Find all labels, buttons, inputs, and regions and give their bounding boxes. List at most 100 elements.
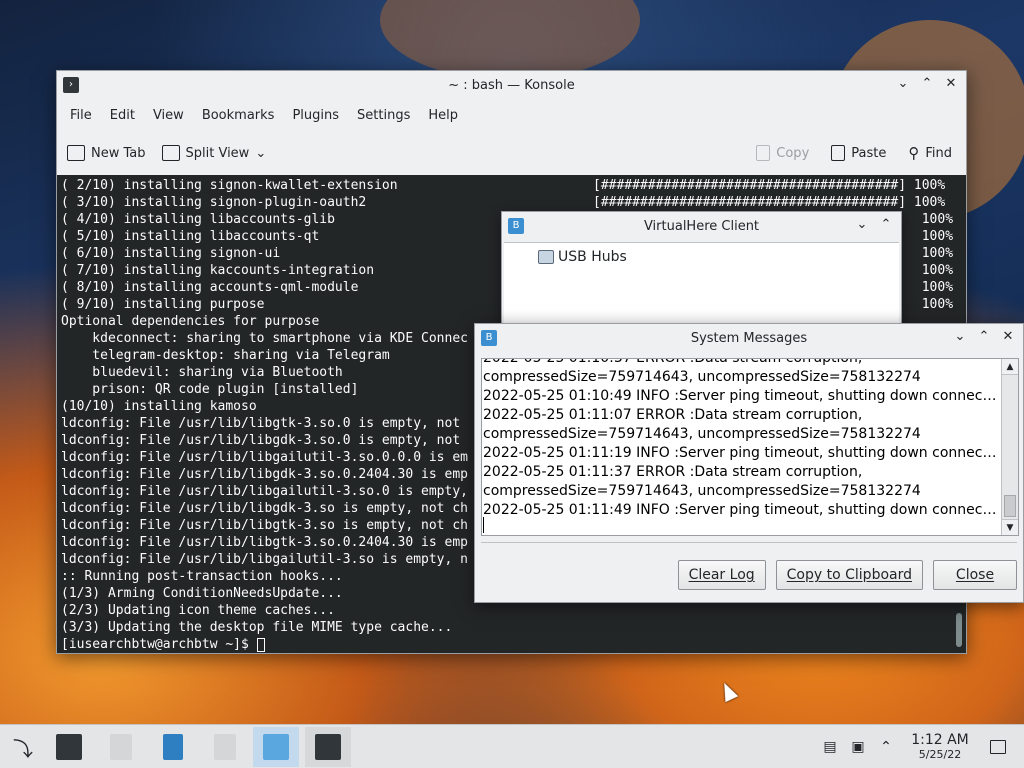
virtualhere-titlebar[interactable]: B VirtualHere Client ⌄ ⌃	[502, 212, 901, 240]
log-line: compressedSize=759714643, uncompressedSi…	[483, 483, 921, 499]
find-label: Find	[925, 145, 952, 161]
clipboard-icon[interactable]: ▤	[816, 739, 844, 755]
new-tab-icon	[67, 145, 85, 161]
split-view-label: Split View	[185, 145, 250, 161]
task-file-1[interactable]	[98, 727, 144, 767]
file-icon	[110, 734, 132, 760]
log-line: 2022-05-25 01:11:49 INFO :Server ping ti…	[483, 502, 1000, 518]
window-title: ~ : bash — Konsole	[448, 77, 575, 93]
terminal-line: (2/3) Updating icon theme caches...	[61, 603, 335, 618]
task-konsole[interactable]	[305, 727, 351, 767]
clock-date: 5/25/22	[918, 748, 962, 761]
message-log[interactable]: 2022-05-25 01:10:37 ERROR :Data stream c…	[481, 358, 1019, 536]
close-button[interactable]: ✕	[942, 75, 960, 93]
chevron-up-icon[interactable]: ⌃	[872, 739, 900, 755]
new-tab-label: New Tab	[91, 145, 146, 161]
prompt-line: [iusearchbtw@archbtw ~]$	[61, 636, 962, 653]
wallpaper-shape	[380, 0, 640, 80]
file-icon	[214, 734, 236, 760]
task-file-2[interactable]	[202, 727, 248, 767]
close-dialog-button[interactable]: Close	[933, 560, 1017, 590]
menu-plugins[interactable]: Plugins	[283, 108, 348, 123]
taskbar: ⤵ ▤ ▣ ⌃ 1:12 AM 5/25/22	[0, 724, 1024, 768]
mouse-pointer-icon	[717, 679, 739, 703]
launcher-icon: ⤵	[13, 736, 33, 761]
clear-log-button[interactable]: Clear Log	[677, 560, 766, 590]
task-app-blue[interactable]	[150, 727, 196, 767]
usb-icon[interactable]: ▣	[844, 739, 872, 755]
copy-to-clipboard-button[interactable]: Copy to Clipboard	[775, 560, 923, 590]
log-scrollbar[interactable]: ▲ ▼	[1001, 359, 1018, 535]
toolbar: New Tab Split View ⌄ Copy Paste ⚲ Find	[57, 131, 966, 175]
system-messages-titlebar[interactable]: B System Messages ⌄ ⌃ ✕	[475, 324, 1023, 352]
menu-edit[interactable]: Edit	[101, 108, 144, 123]
progress-line: [######################################]…	[593, 195, 946, 210]
copy-label: Copy	[776, 145, 810, 161]
menu-bookmarks[interactable]: Bookmarks	[193, 108, 284, 123]
search-icon: ⚲	[908, 144, 920, 162]
system-messages-dialog: B System Messages ⌄ ⌃ ✕ 2022-05-25 01:10…	[474, 323, 1024, 603]
task-system-settings[interactable]	[46, 727, 92, 767]
minimize-button[interactable]: ⌄	[853, 216, 871, 234]
divider	[481, 542, 1017, 543]
find-button[interactable]: ⚲ Find	[908, 144, 952, 162]
menu-file[interactable]: File	[61, 108, 101, 123]
scroll-thumb[interactable]	[1004, 495, 1016, 517]
log-line: compressedSize=759714643, uncompressedSi…	[483, 369, 921, 385]
maximize-button[interactable]: ⌃	[918, 75, 936, 93]
terminal-icon	[315, 734, 341, 760]
virtualhere-icon: B	[481, 330, 497, 346]
log-lines: 2022-05-25 01:10:37 ERROR :Data stream c…	[482, 358, 1000, 520]
paste-icon	[831, 145, 846, 161]
virtualhere-window: B VirtualHere Client ⌄ ⌃ USB Hubs	[501, 211, 902, 331]
usb-hub-icon	[538, 250, 554, 264]
tree-item-usb-hubs[interactable]: USB Hubs	[538, 249, 627, 265]
maximize-button[interactable]: ⌃	[877, 216, 895, 234]
chevron-down-icon: ⌄	[255, 145, 267, 161]
prompt-text: [iusearchbtw@archbtw ~]$	[61, 637, 257, 652]
task-virtualhere[interactable]	[253, 727, 299, 767]
konsole-titlebar[interactable]: › ~ : bash — Konsole ⌄ ⌃ ✕	[57, 71, 966, 99]
tree-item-label: USB Hubs	[558, 249, 627, 265]
virtualhere-icon	[263, 734, 289, 760]
minimize-button[interactable]: ⌄	[894, 75, 912, 93]
text-caret	[483, 517, 484, 533]
menu-help[interactable]: Help	[419, 108, 467, 123]
scroll-down-icon[interactable]: ▼	[1002, 519, 1018, 535]
show-desktop-icon[interactable]	[990, 740, 1006, 754]
clock-time: 1:12 AM	[911, 732, 969, 748]
log-line: 2022-05-25 01:11:07 ERROR :Data stream c…	[483, 407, 863, 423]
window-title: VirtualHere Client	[643, 218, 760, 234]
application-launcher-button[interactable]: ⤵	[0, 727, 46, 767]
menubar: File Edit View Bookmarks Plugins Setting…	[57, 99, 966, 131]
maximize-button[interactable]: ⌃	[975, 328, 993, 346]
copy-icon	[756, 145, 771, 161]
terminal-line: (3/3) Updating the desktop file MIME typ…	[61, 620, 453, 635]
window-title: System Messages	[690, 330, 808, 346]
log-line: 2022-05-25 01:11:37 ERROR :Data stream c…	[483, 464, 863, 480]
log-line: 2022-05-25 01:10:37 ERROR :Data stream c…	[483, 358, 863, 366]
split-view-icon	[161, 145, 180, 161]
log-line: compressedSize=759714643, uncompressedSi…	[483, 426, 921, 442]
system-tray: ▤ ▣ ⌃ 1:12 AM 5/25/22	[816, 725, 1024, 768]
new-tab-button[interactable]: New Tab	[67, 145, 146, 161]
copy-button[interactable]: Copy	[756, 145, 809, 161]
progress-line: [######################################]…	[593, 178, 946, 193]
log-line: 2022-05-25 01:10:49 INFO :Server ping ti…	[483, 388, 1000, 404]
menu-view[interactable]: View	[144, 108, 193, 123]
menu-settings[interactable]: Settings	[348, 108, 419, 123]
text-cursor	[256, 637, 265, 652]
app-icon	[163, 734, 183, 760]
split-view-button[interactable]: Split View ⌄	[161, 145, 267, 161]
hub-tree: USB Hubs	[504, 242, 899, 330]
terminal-icon: ›	[63, 77, 79, 93]
paste-label: Paste	[851, 145, 887, 161]
digital-clock[interactable]: 1:12 AM 5/25/22	[904, 732, 976, 762]
virtualhere-icon: B	[508, 218, 524, 234]
scroll-up-icon[interactable]: ▲	[1002, 359, 1018, 375]
terminal-scrollbar[interactable]	[956, 613, 962, 647]
log-line: 2022-05-25 01:11:19 INFO :Server ping ti…	[483, 445, 1000, 461]
close-button[interactable]: ✕	[999, 328, 1017, 346]
minimize-button[interactable]: ⌄	[951, 328, 969, 346]
paste-button[interactable]: Paste	[831, 145, 886, 161]
